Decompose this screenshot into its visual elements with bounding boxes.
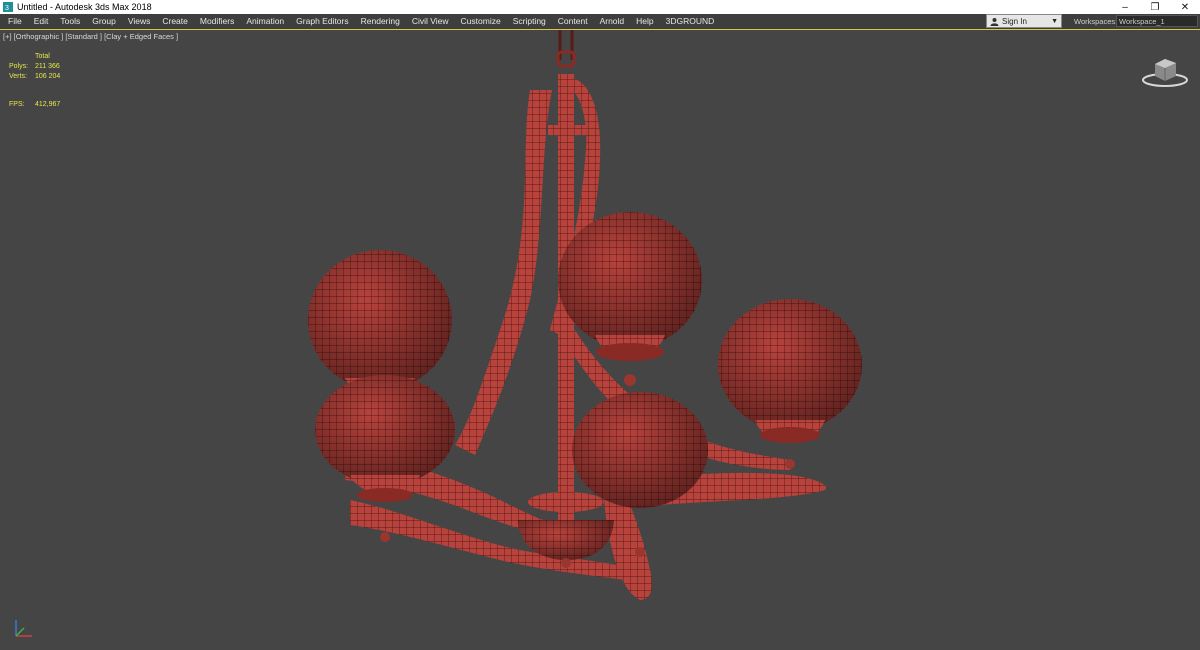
user-icon <box>990 17 999 26</box>
menu-help[interactable]: Help <box>630 14 659 29</box>
chandelier-model[interactable] <box>0 30 1200 650</box>
fps-value: 412,967 <box>35 101 61 108</box>
minimize-button[interactable]: – <box>1110 0 1140 14</box>
polys-label: Polys: <box>9 63 29 70</box>
menu-edit[interactable]: Edit <box>28 14 55 29</box>
menu-content[interactable]: Content <box>552 14 594 29</box>
sign-in-button[interactable]: Sign In ▼ <box>986 14 1062 28</box>
workspace-select[interactable]: Workspace_1 <box>1116 15 1198 27</box>
verts-value: 106 204 <box>35 73 61 80</box>
title-bar: 3 Untitled - Autodesk 3ds Max 2018 – ❐ ✕ <box>0 0 1200 14</box>
chevron-down-icon: ▼ <box>1051 17 1058 25</box>
menu-views[interactable]: Views <box>122 14 157 29</box>
menu-customize[interactable]: Customize <box>455 14 507 29</box>
viewcube-icon[interactable] <box>1140 54 1190 90</box>
window-title: Untitled - Autodesk 3ds Max 2018 <box>17 2 152 12</box>
svg-text:3: 3 <box>5 5 9 12</box>
menu-scripting[interactable]: Scripting <box>507 14 552 29</box>
verts-label: Verts: <box>9 73 27 80</box>
polys-value: 211 366 <box>35 63 60 70</box>
perspective-viewport[interactable]: [+] [Orthographic ] [Standard ] [Clay + … <box>0 29 1200 649</box>
menu-graph-editors[interactable]: Graph Editors <box>290 14 354 29</box>
menu-tools[interactable]: Tools <box>54 14 86 29</box>
workspaces-label: Workspaces: <box>1074 17 1118 26</box>
viewport-label[interactable]: [+] [Orthographic ] [Standard ] [Clay + … <box>3 32 178 41</box>
close-button[interactable]: ✕ <box>1170 0 1200 14</box>
menu-3dground[interactable]: 3DGROUND <box>660 14 721 29</box>
statistics-overlay: Total Polys: 211 366 Verts: 106 204 FPS: 41… <box>9 52 60 110</box>
sign-in-label: Sign In <box>1002 16 1027 26</box>
maximize-button[interactable]: ❐ <box>1140 0 1170 14</box>
fps-label: FPS: <box>9 101 25 108</box>
menu-animation[interactable]: Animation <box>240 14 290 29</box>
axis-tripod-icon <box>15 620 32 637</box>
menu-create[interactable]: Create <box>156 14 194 29</box>
menu-arnold[interactable]: Arnold <box>594 14 631 29</box>
menu-rendering[interactable]: Rendering <box>355 14 406 29</box>
stats-header: Total <box>35 53 50 60</box>
menu-civil-view[interactable]: Civil View <box>406 14 455 29</box>
menu-file[interactable]: File <box>0 14 28 29</box>
3dsmax-app-icon: 3 <box>3 2 13 12</box>
menu-group[interactable]: Group <box>86 14 122 29</box>
menu-modifiers[interactable]: Modifiers <box>194 14 240 29</box>
